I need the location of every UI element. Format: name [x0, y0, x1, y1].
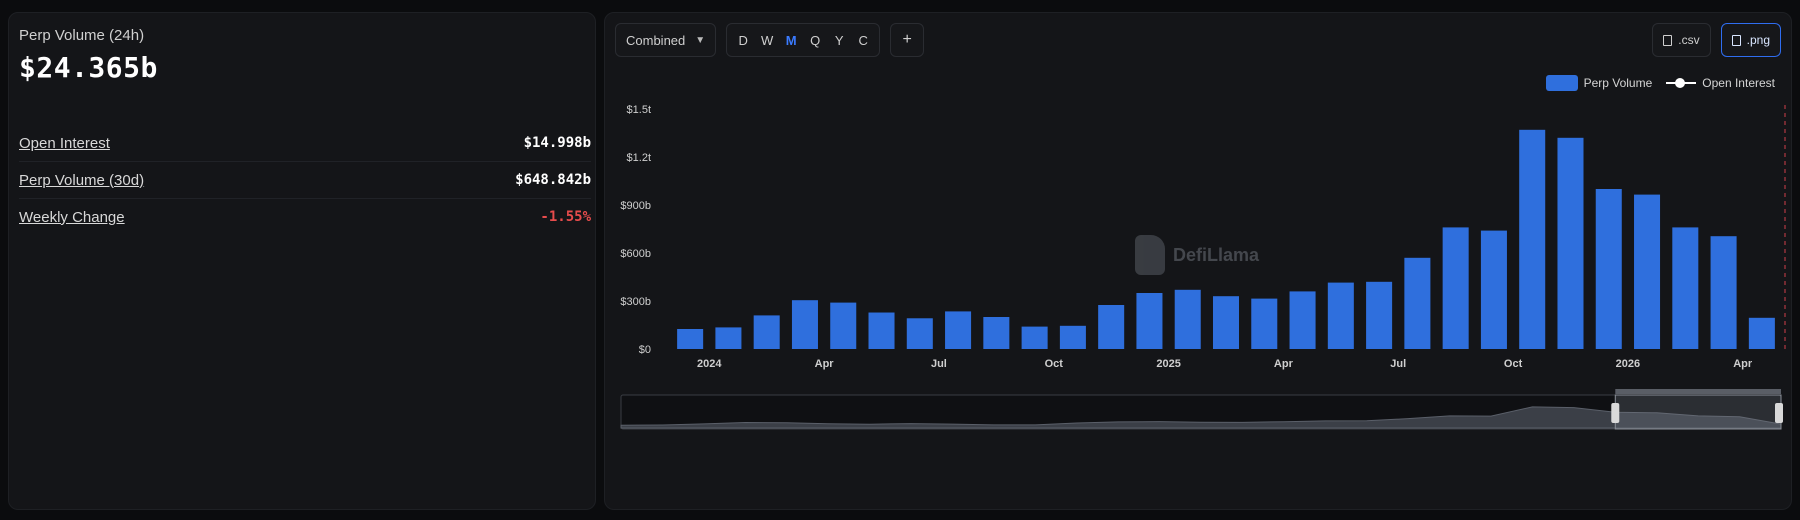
bar[interactable] [1289, 291, 1316, 349]
bar[interactable] [1480, 230, 1507, 349]
bar[interactable] [1748, 317, 1775, 349]
bar[interactable] [1212, 296, 1240, 349]
bar[interactable] [1672, 227, 1699, 349]
y-tick-label: $900b [620, 200, 651, 212]
perp-volume-30d-value: $648.842b [515, 172, 591, 188]
bar[interactable] [1021, 326, 1048, 349]
range-slider-handle-right[interactable] [1775, 403, 1783, 423]
y-tick-label: $300b [620, 296, 651, 308]
bar[interactable] [1059, 325, 1086, 349]
bar[interactable] [1098, 305, 1125, 349]
bar[interactable] [1710, 236, 1737, 349]
x-tick-label: 2025 [1156, 358, 1180, 370]
metric-perp-volume-30d: Perp Volume (30d) $648.842b [19, 162, 591, 199]
summary-panel: Perp Volume (24h) $24.365b Open Interest… [8, 12, 596, 510]
bar[interactable] [945, 311, 972, 349]
bar[interactable] [1327, 282, 1354, 349]
bar[interactable] [1595, 189, 1622, 349]
bar[interactable] [1251, 298, 1278, 349]
range-slider-selection[interactable] [1614, 394, 1782, 430]
bar[interactable] [1634, 194, 1661, 349]
y-tick-label: $600b [620, 248, 651, 260]
volume-label: Perp Volume (24h) [19, 27, 145, 44]
bar[interactable] [753, 315, 780, 349]
bar[interactable] [1442, 227, 1469, 349]
x-tick-label: Oct [1504, 358, 1523, 370]
metrics-list: Open Interest $14.998b Perp Volume (30d)… [19, 125, 591, 235]
bar[interactable] [677, 329, 704, 349]
metric-open-interest: Open Interest $14.998b [19, 125, 591, 162]
bar[interactable] [983, 317, 1010, 349]
bar[interactable] [830, 302, 857, 349]
x-tick-label: Jul [1390, 358, 1406, 370]
x-tick-label: 2026 [1616, 358, 1640, 370]
perp-volume-30d-link[interactable]: Perp Volume (30d) [19, 172, 144, 189]
bar[interactable] [906, 318, 933, 349]
bar[interactable] [715, 327, 742, 349]
open-interest-link[interactable]: Open Interest [19, 135, 110, 152]
x-tick-label: Apr [1274, 358, 1294, 370]
x-tick-label: 2024 [697, 358, 722, 370]
x-tick-label: Jul [931, 358, 947, 370]
bar[interactable] [1557, 137, 1584, 349]
chart-panel: Combined ▼ D W M Q Y C + .csv .png Perp … [604, 12, 1792, 510]
y-tick-label: $1.2t [627, 152, 651, 164]
x-tick-label: Apr [1733, 358, 1753, 370]
bar[interactable] [868, 312, 895, 349]
bar[interactable] [1136, 293, 1163, 349]
x-tick-label: Oct [1045, 358, 1064, 370]
bar[interactable] [1174, 289, 1201, 349]
weekly-change-value: -1.55% [540, 209, 591, 225]
metric-weekly-change: Weekly Change -1.55% [19, 199, 591, 235]
weekly-change-link[interactable]: Weekly Change [19, 209, 125, 226]
open-interest-value: $14.998b [523, 135, 591, 151]
range-slider-handle-left[interactable] [1611, 403, 1620, 423]
y-tick-label: $1.5t [627, 104, 651, 116]
volume-value: $24.365b [19, 51, 158, 84]
chart-canvas: $0 $300b $600b $900b $1.2t $1.5t 2024 Apr Jul Oct… [620, 104, 1786, 430]
bar[interactable] [1366, 281, 1393, 349]
x-tick-label: Apr [815, 358, 835, 370]
bar[interactable] [1519, 129, 1546, 349]
y-tick-label: $0 [639, 344, 651, 356]
range-slider-move-bar[interactable] [1615, 389, 1781, 394]
bar[interactable] [1404, 257, 1431, 349]
bar[interactable] [791, 300, 818, 349]
